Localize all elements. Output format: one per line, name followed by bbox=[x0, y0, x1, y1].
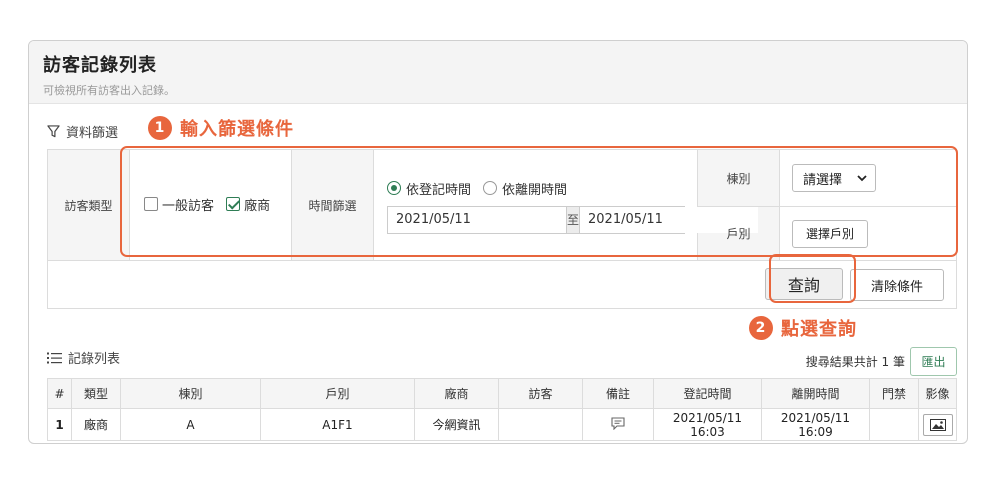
clear-filters-button[interactable]: 清除條件 bbox=[850, 269, 944, 302]
records-table: # 類型 棟別 戶別 廠商 訪客 備註 登記時間 離開時間 門禁 影像 1 廠商… bbox=[47, 378, 957, 441]
column-header-no: # bbox=[47, 378, 72, 409]
records-section-label: 記錄列表 bbox=[47, 348, 120, 367]
page-title: 訪客記錄列表 bbox=[43, 55, 157, 76]
image-view-button[interactable] bbox=[922, 413, 953, 436]
column-header-unit: 戶別 bbox=[260, 378, 415, 409]
export-button[interactable]: 匯出 bbox=[910, 347, 957, 376]
cell-no: 1 bbox=[47, 408, 72, 441]
filter-section-label: 資料篩選 bbox=[47, 122, 118, 141]
column-header-image: 影像 bbox=[918, 378, 957, 409]
cell-access bbox=[869, 408, 919, 441]
image-icon bbox=[929, 418, 946, 431]
cell-vendor: 今網資訊 bbox=[414, 408, 499, 441]
step-1-badge: 1 bbox=[148, 116, 172, 140]
column-header-access: 門禁 bbox=[869, 378, 919, 409]
callout-step-2: 2 點選查詢 bbox=[749, 315, 857, 341]
column-header-type: 類型 bbox=[71, 378, 121, 409]
cell-leave-time: 2021/05/11 16:09 bbox=[761, 408, 870, 441]
result-count: 搜尋結果共計 1 筆 bbox=[805, 355, 905, 369]
step-1-text: 輸入篩選條件 bbox=[180, 119, 294, 140]
card-header: 訪客記錄列表 可檢視所有訪客出入記錄。 bbox=[29, 41, 967, 104]
filter-highlight-box bbox=[120, 146, 958, 257]
cell-image bbox=[918, 408, 957, 441]
column-header-visitor: 訪客 bbox=[498, 378, 583, 409]
column-header-register-time: 登記時間 bbox=[653, 378, 762, 409]
filter-icon bbox=[47, 125, 60, 138]
column-header-vendor: 廠商 bbox=[414, 378, 499, 409]
page-subtitle: 可檢視所有訪客出入記錄。 bbox=[43, 84, 175, 97]
callout-step-1: 1 輸入篩選條件 bbox=[148, 115, 294, 141]
cell-note bbox=[582, 408, 654, 441]
step-2-badge: 2 bbox=[749, 316, 773, 340]
column-header-leave-time: 離開時間 bbox=[761, 378, 870, 409]
filter-section-title: 資料篩選 bbox=[66, 126, 119, 141]
step-2-text: 點選查詢 bbox=[781, 319, 857, 340]
list-icon bbox=[47, 352, 62, 363]
cell-type: 廠商 bbox=[71, 408, 121, 441]
column-header-building: 棟別 bbox=[120, 378, 261, 409]
table-row: 1 廠商 A A1F1 今網資訊 2021/05/11 16:03 2021/0… bbox=[47, 408, 957, 441]
cell-unit: A1F1 bbox=[260, 408, 415, 441]
column-header-note: 備註 bbox=[582, 378, 654, 409]
cell-register-time: 2021/05/11 16:03 bbox=[653, 408, 762, 441]
search-highlight-box bbox=[769, 254, 856, 303]
records-section-title: 記錄列表 bbox=[68, 352, 121, 367]
cell-building: A bbox=[120, 408, 261, 441]
cell-visitor bbox=[498, 408, 583, 441]
comment-icon[interactable] bbox=[611, 416, 625, 430]
visitor-type-label: 訪客類型 bbox=[47, 149, 130, 261]
